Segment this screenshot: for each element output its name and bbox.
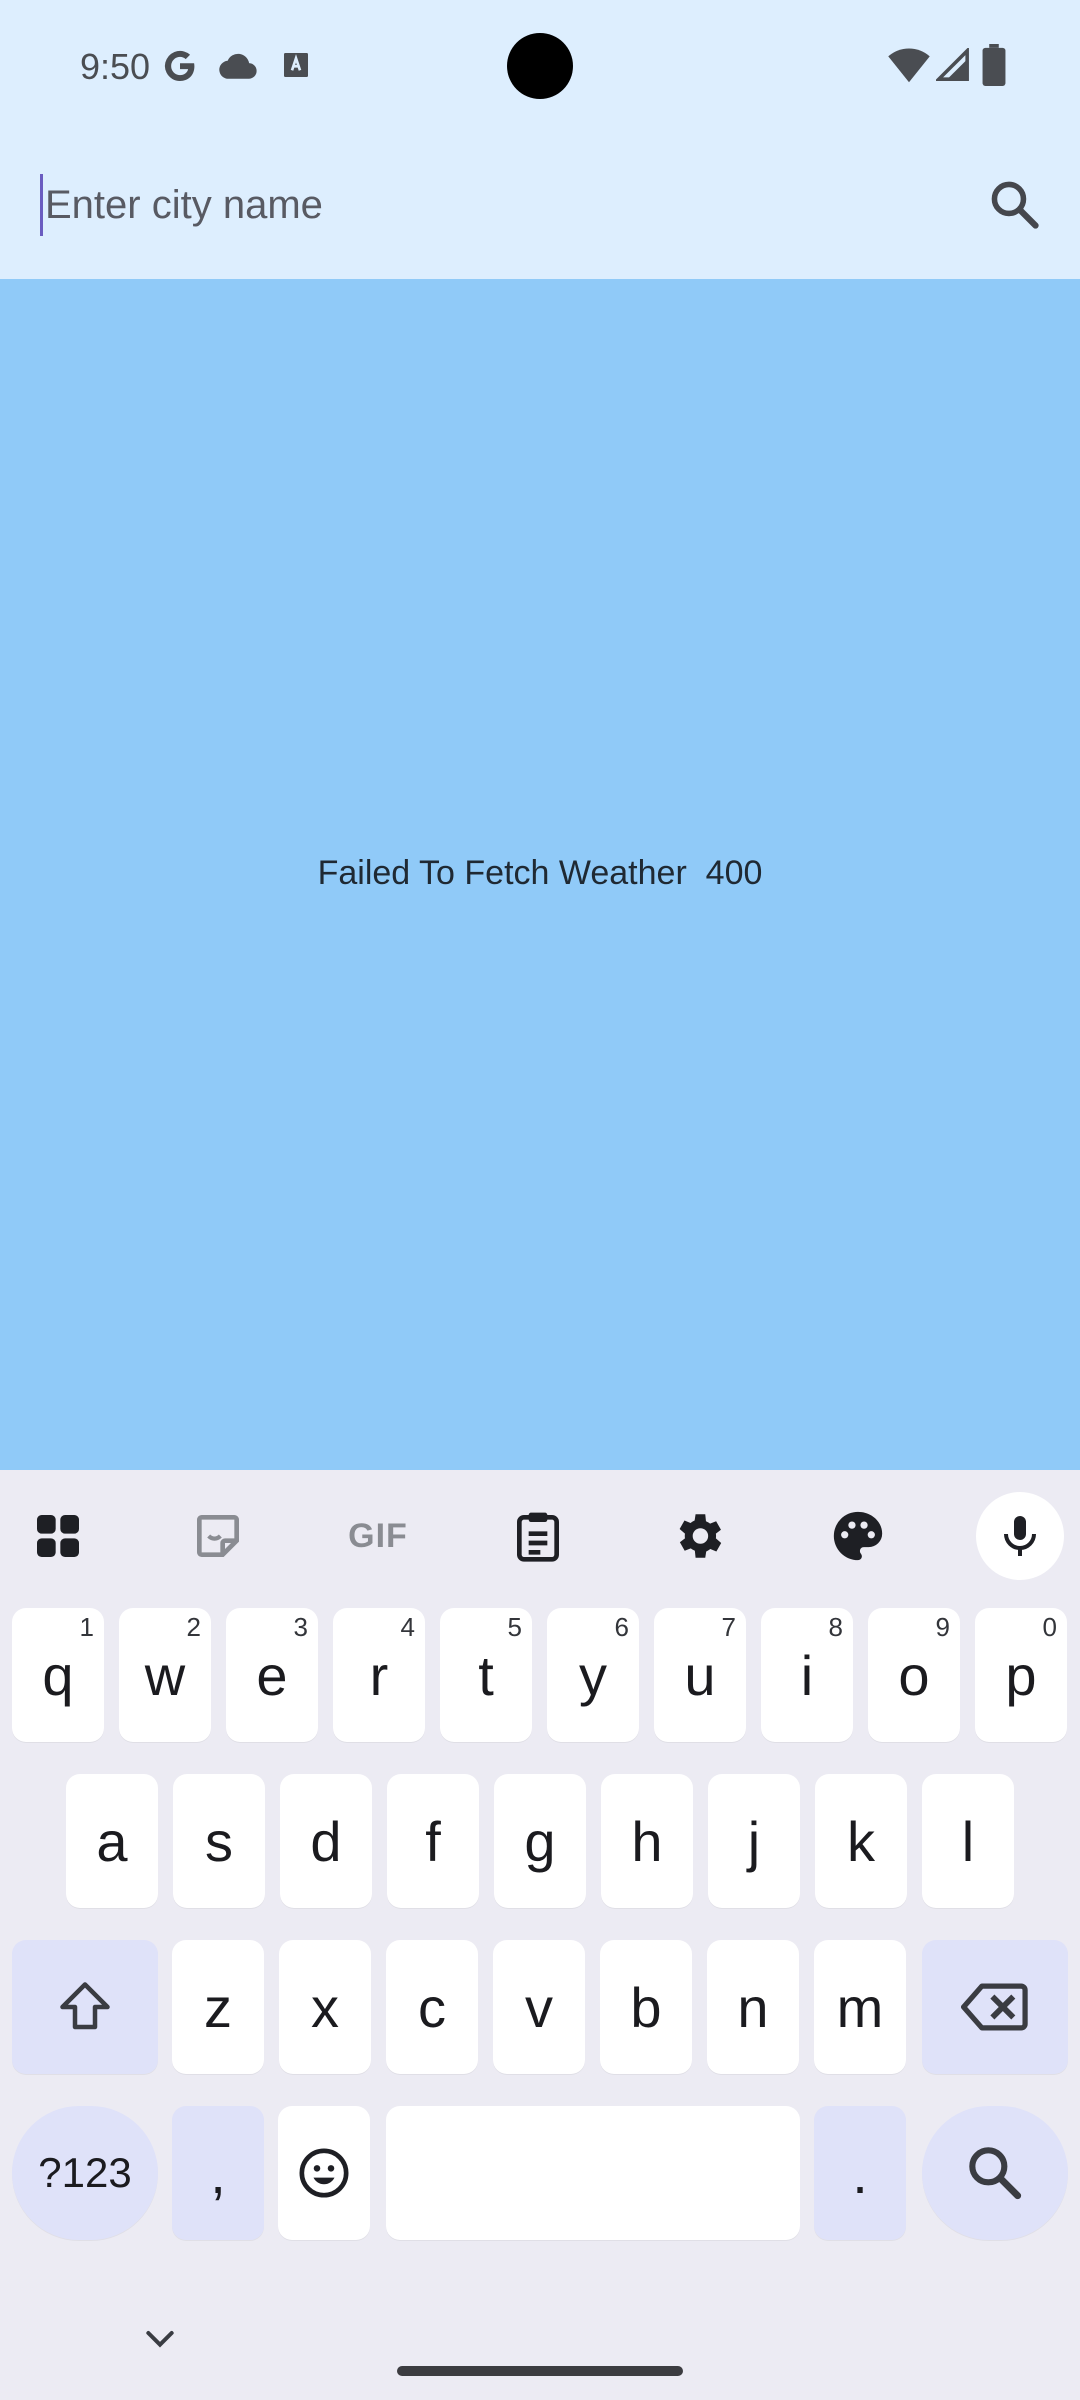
key-number-hint: 1 — [79, 1612, 94, 1642]
key-w[interactable]: w2 — [119, 1608, 211, 1742]
key-j[interactable]: j — [708, 1774, 800, 1908]
battery-icon — [982, 44, 1006, 86]
key-number-hint: 0 — [1042, 1612, 1057, 1642]
mic-icon[interactable] — [976, 1492, 1064, 1580]
city-search-input[interactable] — [45, 174, 905, 236]
top-app-bar: 9:50 — [0, 0, 1080, 279]
key-label: e — [256, 1643, 288, 1707]
key-c[interactable]: c — [386, 1940, 478, 2074]
keyboard-search-key[interactable] — [922, 2106, 1068, 2240]
search-icon[interactable] — [986, 176, 1044, 234]
apps-grid-icon[interactable] — [10, 1488, 106, 1584]
backspace-key[interactable] — [922, 1940, 1068, 2074]
weather-content: Failed To Fetch Weather 400 — [0, 279, 1080, 1470]
error-message: Failed To Fetch Weather 400 — [317, 854, 763, 892]
key-d[interactable]: d — [280, 1774, 372, 1908]
key-label: r — [369, 1643, 389, 1707]
key-n[interactable]: n — [707, 1940, 799, 2074]
key-g[interactable]: g — [494, 1774, 586, 1908]
key-number-hint: 6 — [614, 1612, 629, 1642]
key-t[interactable]: t5 — [440, 1608, 532, 1742]
emoji-icon — [299, 2148, 349, 2198]
period-key[interactable]: . — [814, 2106, 906, 2240]
key-i[interactable]: i8 — [761, 1608, 853, 1742]
comma-key[interactable]: , — [172, 2106, 264, 2240]
emoji-key[interactable] — [278, 2106, 370, 2240]
key-p[interactable]: p0 — [975, 1608, 1067, 1742]
camera-cutout — [507, 33, 573, 99]
keyboard-toolbar: GIF — [0, 1470, 1080, 1610]
google-icon — [164, 50, 195, 82]
key-e[interactable]: e3 — [226, 1608, 318, 1742]
key-label: u — [684, 1643, 716, 1707]
clipboard-icon[interactable] — [490, 1488, 586, 1584]
shift-key[interactable] — [12, 1940, 158, 2074]
key-o[interactable]: o9 — [868, 1608, 960, 1742]
text-cursor — [40, 174, 43, 236]
key-y[interactable]: y6 — [547, 1608, 639, 1742]
status-time: 9:50 — [80, 46, 151, 87]
symbols-key[interactable]: ?123 — [12, 2106, 158, 2240]
key-label: o — [898, 1643, 930, 1707]
settings-icon[interactable] — [650, 1488, 746, 1584]
key-label: q — [42, 1643, 74, 1707]
key-z[interactable]: z — [172, 1940, 264, 2074]
signal-icon — [936, 48, 969, 81]
key-h[interactable]: h — [601, 1774, 693, 1908]
screen: 9:50 Enter city name Failed To Fetch Wea… — [0, 0, 1080, 2400]
key-label: w — [144, 1643, 186, 1707]
key-m[interactable]: m — [814, 1940, 906, 2074]
key-r[interactable]: r4 — [333, 1608, 425, 1742]
gif-button[interactable]: GIF — [330, 1488, 426, 1584]
space-key[interactable] — [386, 2106, 800, 2240]
key-label: i — [800, 1643, 814, 1707]
key-label: p — [1005, 1643, 1037, 1707]
key-number-hint: 7 — [721, 1612, 736, 1642]
sticker-icon[interactable] — [170, 1488, 266, 1584]
gesture-nav-handle[interactable] — [397, 2366, 683, 2376]
key-b[interactable]: b — [600, 1940, 692, 2074]
gif-label: GIF — [348, 1516, 408, 1555]
hide-keyboard-chevron-down-icon[interactable] — [140, 2318, 180, 2358]
key-f[interactable]: f — [387, 1774, 479, 1908]
font-notification-icon — [284, 53, 308, 77]
backspace-icon — [961, 1983, 1028, 2031]
key-number-hint: 3 — [293, 1612, 308, 1642]
key-l[interactable]: l — [922, 1774, 1014, 1908]
key-s[interactable]: s — [173, 1774, 265, 1908]
status-bar: 9:50 — [0, 0, 1080, 130]
key-u[interactable]: u7 — [654, 1608, 746, 1742]
key-number-hint: 5 — [507, 1612, 522, 1642]
key-a[interactable]: a — [66, 1774, 158, 1908]
key-k[interactable]: k — [815, 1774, 907, 1908]
key-number-hint: 2 — [186, 1612, 201, 1642]
shift-icon — [60, 1982, 110, 2030]
key-label: t — [478, 1643, 494, 1707]
key-number-hint: 8 — [828, 1612, 843, 1642]
wifi-icon — [888, 48, 930, 83]
key-number-hint: 4 — [400, 1612, 415, 1642]
key-label: y — [579, 1643, 607, 1707]
search-icon — [969, 2147, 1022, 2200]
soft-keyboard: GIF q 1 w 2 e 3 r 4 t 5 y 6 u 7 i 8 o 9 … — [0, 1470, 1080, 2400]
key-q[interactable]: q1 — [12, 1608, 104, 1742]
palette-icon[interactable] — [810, 1488, 906, 1584]
city-search-field[interactable] — [40, 170, 940, 240]
key-x[interactable]: x — [279, 1940, 371, 2074]
cloud-icon — [219, 53, 257, 79]
key-number-hint: 9 — [935, 1612, 950, 1642]
key-v[interactable]: v — [493, 1940, 585, 2074]
